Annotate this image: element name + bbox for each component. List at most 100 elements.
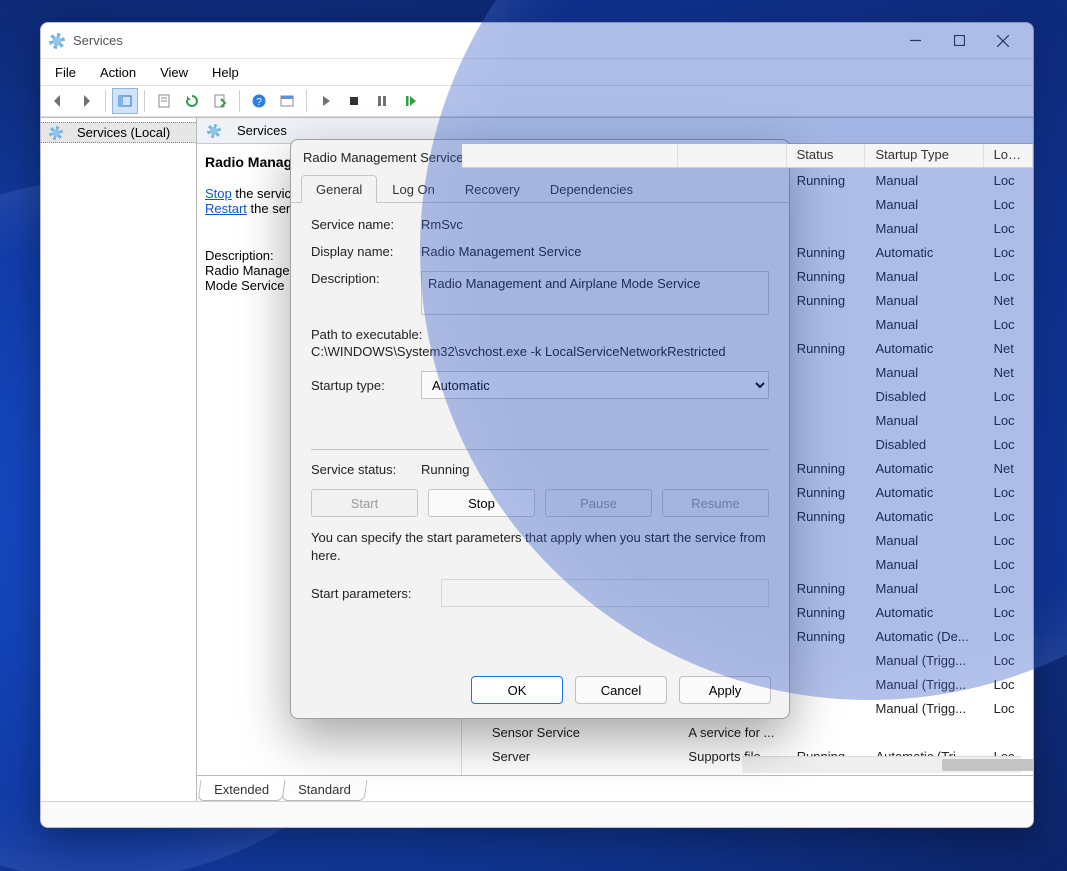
- help-button[interactable]: ?: [246, 88, 272, 114]
- stop-service-button[interactable]: [341, 88, 367, 114]
- cell-logon: Loc: [984, 605, 1033, 620]
- table-row[interactable]: RunningAutomaticNet: [462, 336, 1033, 360]
- start-service-button[interactable]: [313, 88, 339, 114]
- table-row[interactable]: ManualLoc: [462, 528, 1033, 552]
- cell-logon: Loc: [984, 509, 1033, 524]
- statusbar: [41, 801, 1033, 827]
- cell-logon: Net: [984, 293, 1033, 308]
- startup-type-select[interactable]: Automatic: [421, 371, 769, 399]
- col-description[interactable]: [678, 144, 786, 167]
- close-button[interactable]: [981, 26, 1025, 56]
- table-row[interactable]: RunningManualNet: [462, 288, 1033, 312]
- table-row[interactable]: RunningAutomaticLoc: [462, 240, 1033, 264]
- service-status-label: Service status:: [311, 462, 421, 477]
- back-button[interactable]: [45, 88, 71, 114]
- gear-icon: [462, 342, 482, 355]
- menu-file[interactable]: File: [45, 63, 86, 82]
- col-name[interactable]: [462, 144, 678, 167]
- cell-logon: Loc: [984, 629, 1033, 644]
- table-row[interactable]: RunningAutomaticLoc: [462, 480, 1033, 504]
- cell-name: Server: [482, 749, 679, 764]
- cell-startup: Automatic: [866, 245, 984, 260]
- cell-startup: Automatic: [866, 605, 984, 620]
- description-label: Description:: [311, 271, 421, 286]
- table-row[interactable]: RunningAutomaticLoc: [462, 504, 1033, 528]
- col-status[interactable]: Status: [787, 144, 866, 167]
- start-button: Start: [311, 489, 418, 517]
- cell-startup: Manual: [866, 269, 984, 284]
- table-row[interactable]: ManualLoc: [462, 216, 1033, 240]
- right-panel-title: Services: [237, 123, 287, 138]
- path-value: C:\WINDOWS\System32\svchost.exe -k Local…: [311, 344, 769, 359]
- footer-tab-standard[interactable]: Standard: [281, 780, 367, 801]
- table-row[interactable]: RunningManualLoc: [462, 264, 1033, 288]
- gear-icon: [462, 414, 482, 427]
- restart-service-link[interactable]: Restart: [205, 201, 247, 216]
- ok-button[interactable]: OK: [471, 676, 563, 704]
- table-row[interactable]: DisabledLoc: [462, 384, 1033, 408]
- service-name-value: RmSvc: [421, 217, 769, 232]
- tab-general[interactable]: General: [301, 175, 377, 203]
- menu-view[interactable]: View: [150, 63, 198, 82]
- table-row[interactable]: RunningAutomaticNet: [462, 456, 1033, 480]
- gear-icon: [49, 126, 63, 140]
- cell-logon: Loc: [984, 317, 1033, 332]
- cell-logon: Loc: [984, 581, 1033, 596]
- stop-button[interactable]: Stop: [428, 489, 535, 517]
- maximize-button[interactable]: [937, 26, 981, 56]
- table-row[interactable]: ManualNet: [462, 360, 1033, 384]
- app-icon: [49, 33, 65, 49]
- path-label: Path to executable:: [311, 327, 769, 342]
- cell-status: Running: [787, 485, 866, 500]
- cell-startup: Automatic (De...: [866, 629, 984, 644]
- description-box[interactable]: Radio Management and Airplane Mode Servi…: [421, 271, 769, 315]
- vertical-scrollbar-thumb[interactable]: [1033, 508, 1034, 548]
- startup-type-label: Startup type:: [311, 378, 421, 393]
- tab-dependencies[interactable]: Dependencies: [535, 175, 648, 203]
- cell-logon: Loc: [984, 701, 1033, 716]
- tree-item-services-local[interactable]: Services (Local): [41, 122, 196, 143]
- cell-name: Sensor Service: [482, 725, 679, 740]
- cell-logon: Loc: [984, 413, 1033, 428]
- col-startup[interactable]: Startup Type: [865, 144, 983, 167]
- gear-icon: [462, 294, 482, 307]
- table-row[interactable]: ManualLoc: [462, 192, 1033, 216]
- column-headers: Status Startup Type Log On As: [462, 144, 1033, 168]
- restart-service-button[interactable]: [397, 88, 423, 114]
- refresh-button[interactable]: [179, 88, 205, 114]
- forward-button[interactable]: [73, 88, 99, 114]
- cell-logon: Net: [984, 365, 1033, 380]
- table-row[interactable]: ManualLoc: [462, 312, 1033, 336]
- col-logon[interactable]: Log On As: [984, 144, 1033, 167]
- footer-tab-extended[interactable]: Extended: [198, 780, 286, 801]
- table-row[interactable]: ManualLoc: [462, 408, 1033, 432]
- table-row[interactable]: Sensor ServiceA service for ...: [462, 720, 1033, 744]
- start-parameters-input: [441, 579, 769, 607]
- table-row[interactable]: RunningManualLoc: [462, 168, 1033, 192]
- table-row[interactable]: DisabledLoc: [462, 432, 1033, 456]
- cell-logon: Loc: [984, 485, 1033, 500]
- cell-logon: Loc: [984, 245, 1033, 260]
- scrollbar-thumb[interactable]: [942, 759, 1034, 771]
- cell-startup: Manual (Trigg...: [866, 677, 984, 692]
- properties-button[interactable]: [151, 88, 177, 114]
- minimize-button[interactable]: [893, 26, 937, 56]
- divider: [311, 449, 769, 450]
- gear-icon: [462, 222, 482, 235]
- stop-service-link[interactable]: Stop: [205, 186, 232, 201]
- cell-logon: Loc: [984, 221, 1033, 236]
- show-hide-tree-button[interactable]: [112, 88, 138, 114]
- menu-help[interactable]: Help: [202, 63, 249, 82]
- footer-tabs: Extended Standard: [197, 775, 1033, 801]
- gear-icon: [462, 390, 482, 403]
- tab-log-on[interactable]: Log On: [377, 175, 450, 203]
- pause-service-button[interactable]: [369, 88, 395, 114]
- export-list-button[interactable]: [207, 88, 233, 114]
- horizontal-scrollbar[interactable]: [742, 756, 1021, 773]
- apply-button[interactable]: Apply: [679, 676, 771, 704]
- tab-recovery[interactable]: Recovery: [450, 175, 535, 203]
- cancel-button[interactable]: Cancel: [575, 676, 667, 704]
- cell-logon: Loc: [984, 389, 1033, 404]
- large-icons-button[interactable]: [274, 88, 300, 114]
- menu-action[interactable]: Action: [90, 63, 146, 82]
